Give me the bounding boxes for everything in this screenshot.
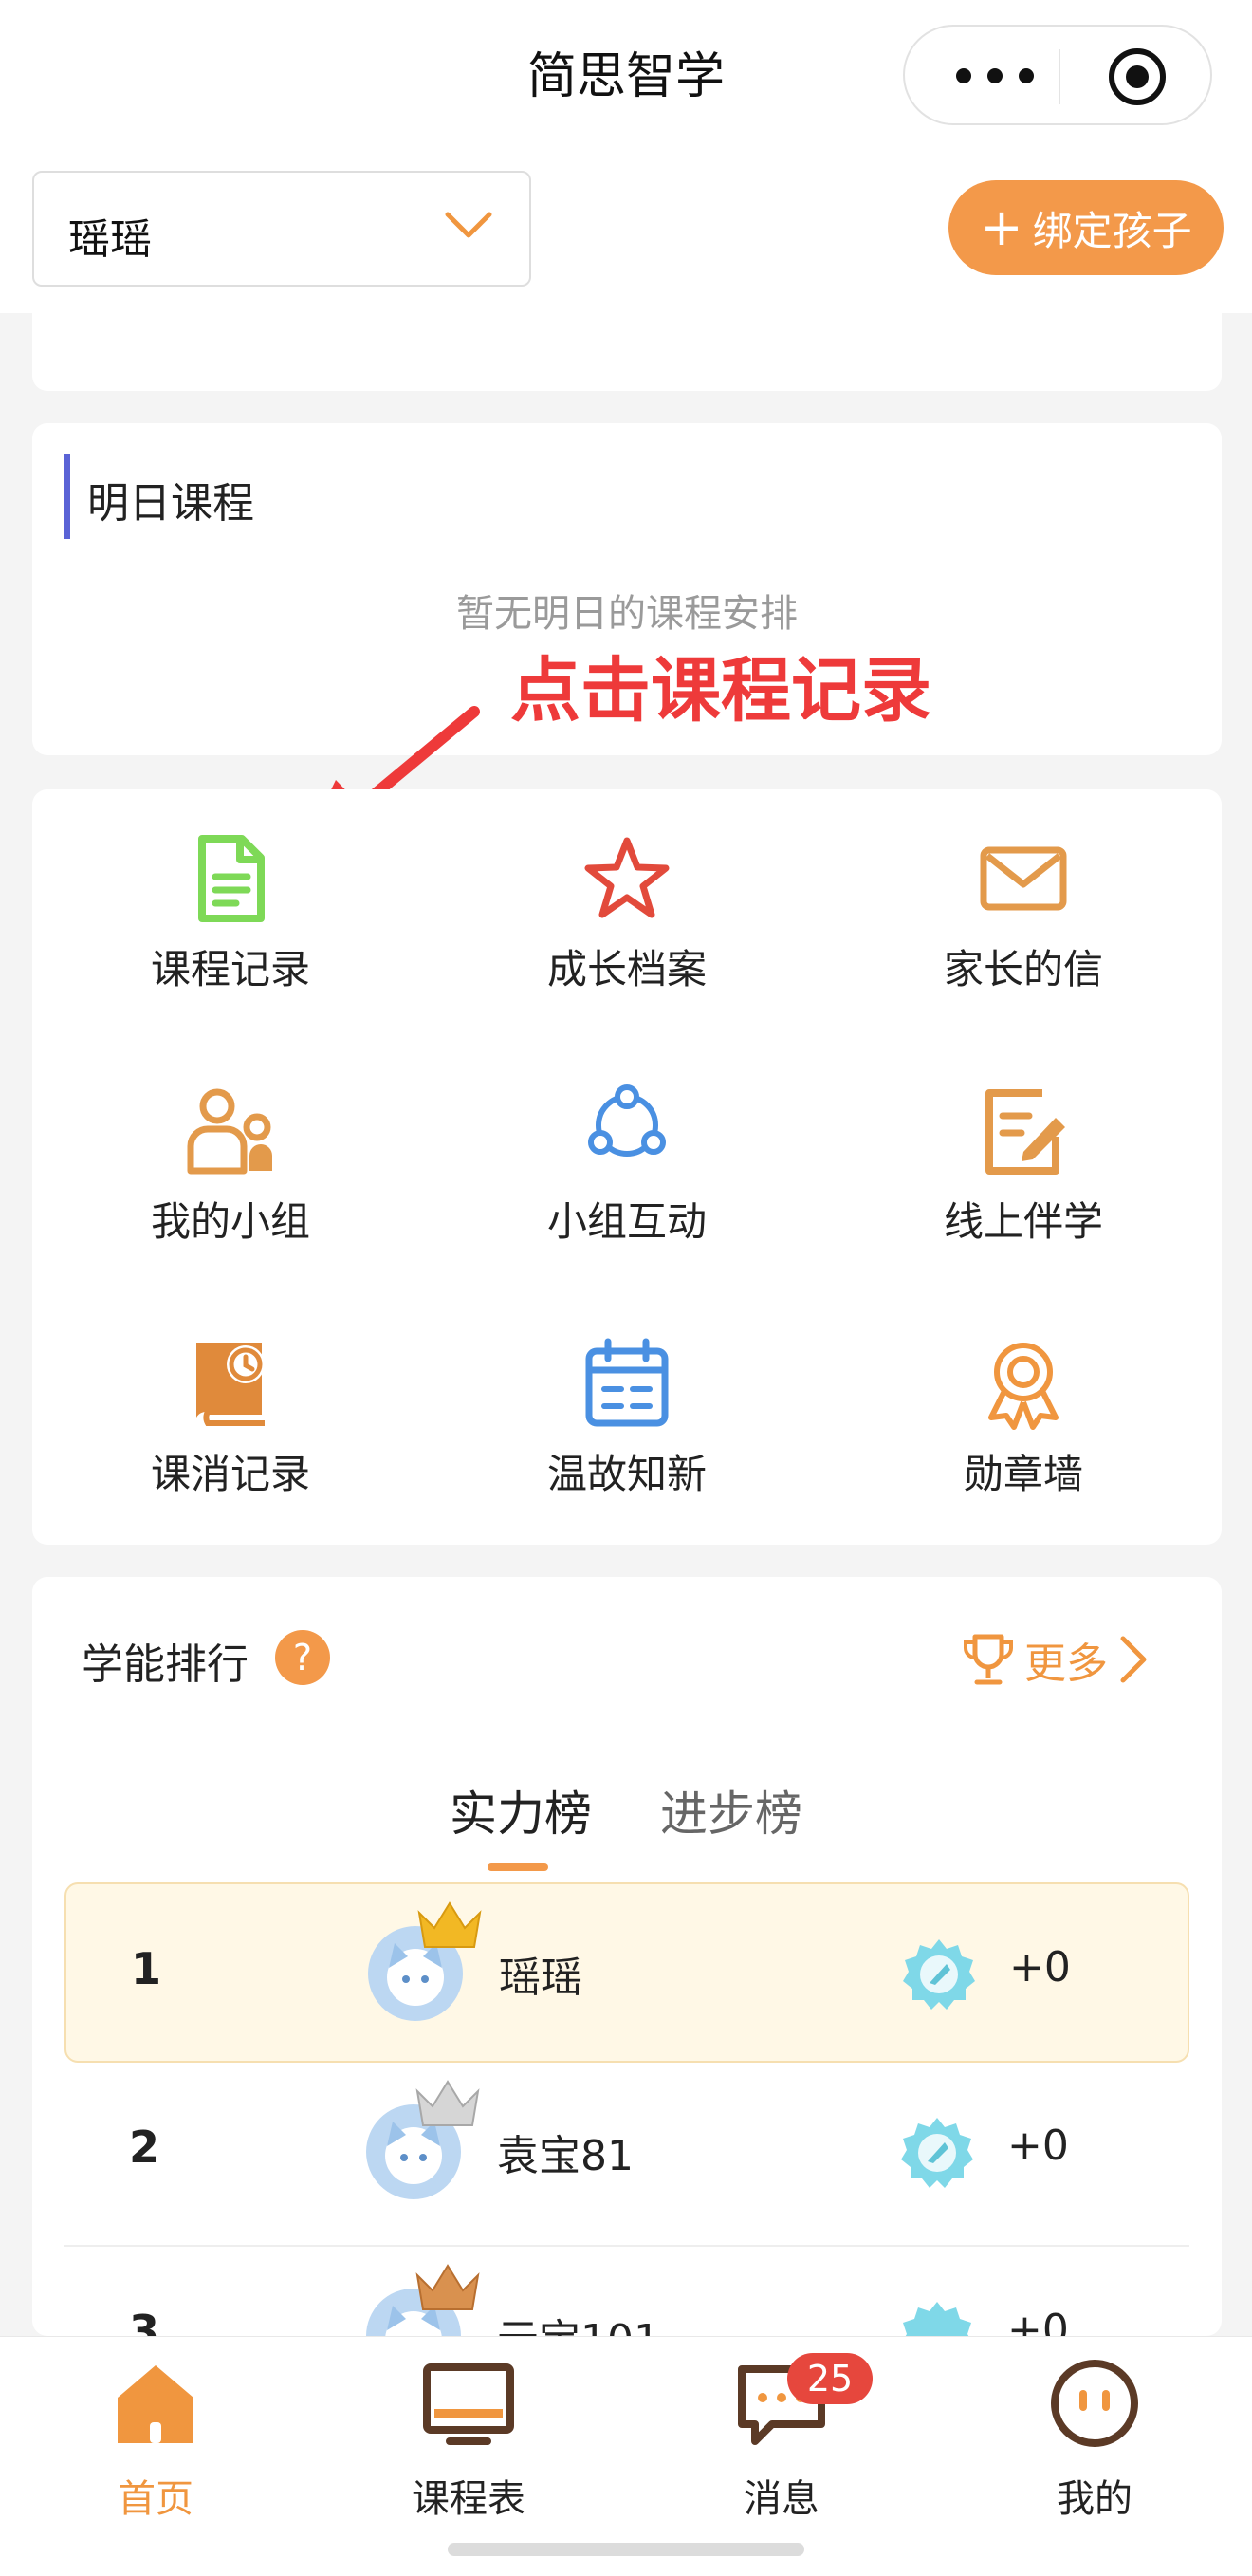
function-grid-card: 课程记录 成长档案 家长的信 我的小组 小组互动 线上伴学 课消记录 温故知新 … (32, 789, 1222, 1545)
more-label: 更多 (1024, 1640, 1108, 1688)
capsule-divider (1059, 49, 1060, 104)
rank-number: 1 (131, 1943, 162, 1994)
tab-home[interactable]: 首页 (61, 2356, 250, 2546)
grid-item-group-interaction[interactable]: 小组互动 (429, 1084, 825, 1273)
home-indicator (448, 2543, 804, 2556)
bottom-tab-bar: 首页 课程表 消息 我的 (0, 2336, 1252, 2576)
tab-label: 我的 (1057, 2477, 1132, 2521)
user-name: 袁宝81 (497, 2132, 634, 2180)
grid-item-label: 我的小组 (150, 1198, 310, 1245)
bind-child-label: 绑定孩子 (1032, 207, 1192, 254)
chevron-down-icon (445, 212, 492, 238)
empty-tip: 暂无明日的课程安排 (456, 592, 798, 636)
grid-item-label: 勋章墙 (963, 1451, 1083, 1497)
grid-item-label: 成长档案 (546, 946, 707, 992)
unread-count-badge: 25 (787, 2353, 873, 2404)
bronze-crown-icon (415, 2264, 480, 2310)
nav-bar: 简思智学 (0, 0, 1252, 152)
chevron-right-icon (1120, 1636, 1147, 1683)
document-icon (198, 835, 265, 922)
medal-icon (988, 1343, 1059, 1430)
tab-label: 首页 (118, 2477, 193, 2521)
silver-crown-icon (415, 2080, 480, 2126)
grid-item-review[interactable]: 温故知新 (429, 1336, 825, 1526)
grid-item-online-study[interactable]: 线上伴学 (825, 1084, 1222, 1273)
child-bar: 瑶瑶 + 绑定孩子 (0, 152, 1252, 313)
profile-face-icon (1051, 2360, 1138, 2447)
badge-medal-icon (901, 2118, 973, 2188)
badge-medal-icon (903, 1939, 975, 2010)
ranking-row[interactable]: 1 瑶瑶 +0 (64, 1882, 1189, 2063)
tab-strength-ranking[interactable]: 实力榜 (450, 1776, 592, 1844)
calendar-icon (585, 1338, 669, 1427)
score-value: +0 (1009, 1943, 1071, 1992)
grid-item-label: 小组互动 (546, 1198, 707, 1245)
ranking-title: 学能排行 (82, 1640, 249, 1689)
gold-crown-icon (417, 1901, 482, 1948)
ranking-card: 学能排行 ? 更多 实力榜 进步榜 1 瑶瑶 +0 2 袁宝81 +0 3 +0 (32, 1577, 1222, 2383)
edit-note-icon (985, 1089, 1065, 1175)
mini-program-capsule (903, 25, 1212, 125)
active-tab-indicator (488, 1863, 548, 1871)
bind-child-button[interactable]: + 绑定孩子 (948, 180, 1224, 275)
home-icon (118, 2365, 193, 2443)
tab-mine[interactable]: 我的 (1000, 2356, 1189, 2546)
envelope-icon (980, 846, 1067, 911)
user-name: 瑶瑶 (499, 1954, 582, 2002)
grid-item-label: 温故知新 (546, 1451, 707, 1497)
grid-item-consumption-record[interactable]: 课消记录 (32, 1336, 429, 1526)
top-card (32, 313, 1222, 391)
ranking-row[interactable]: 2 袁宝81 +0 (64, 2063, 1189, 2243)
trophy-icon (964, 1634, 1013, 1685)
child-name: 瑶瑶 (68, 215, 152, 264)
tab-schedule[interactable]: 课程表 (374, 2356, 563, 2546)
grid-item-label: 家长的信 (943, 946, 1103, 992)
grid-item-label: 课程记录 (150, 946, 310, 992)
tab-label: 消息 (744, 2477, 819, 2521)
close-target-icon[interactable] (1106, 46, 1169, 108)
grid-item-course-record[interactable]: 课程记录 (32, 831, 429, 1021)
grid-item-my-group[interactable]: 我的小组 (32, 1084, 429, 1273)
grid-item-growth-archive[interactable]: 成长档案 (429, 831, 825, 1021)
tab-progress-ranking[interactable]: 进步榜 (660, 1776, 802, 1844)
tab-label: 课程表 (412, 2477, 525, 2521)
more-link[interactable]: 更多 (958, 1626, 1157, 1693)
score-value: +0 (1007, 2122, 1069, 2170)
plus-icon: + (980, 197, 1023, 257)
grid-item-label: 课消记录 (150, 1451, 310, 1497)
rank-number: 2 (129, 2122, 160, 2173)
book-clock-icon (196, 1343, 265, 1426)
grid-item-label: 线上伴学 (943, 1198, 1103, 1245)
group-icon (187, 1088, 272, 1175)
help-icon[interactable]: ? (275, 1630, 330, 1685)
section-accent-bar (64, 454, 70, 539)
grid-item-medal-wall[interactable]: 勋章墙 (825, 1336, 1222, 1526)
star-icon (584, 837, 670, 918)
tomorrow-course-title: 明日课程 (87, 479, 254, 528)
child-selector[interactable]: 瑶瑶 (32, 171, 531, 287)
monitor-icon (423, 2363, 514, 2445)
more-dots-icon[interactable] (952, 65, 1038, 87)
network-icon (588, 1084, 666, 1157)
annotation-text: 点击课程记录 (510, 650, 931, 732)
grid-item-parent-letter[interactable]: 家长的信 (825, 831, 1222, 1021)
